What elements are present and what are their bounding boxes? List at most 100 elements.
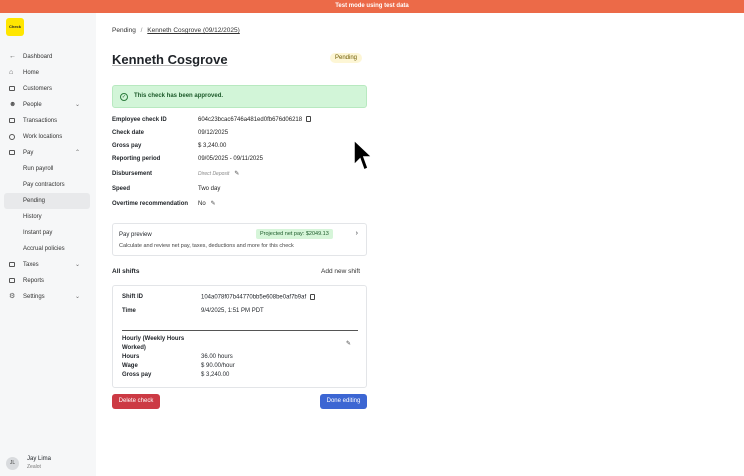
arrow-left-icon: ← <box>9 53 16 60</box>
sidebar-item-label: Pending <box>23 198 46 204</box>
approved-alert: ✓ This check has been approved. <box>112 85 367 108</box>
field-value: 09/12/2025 <box>198 130 229 136</box>
breadcrumb-separator: / <box>140 27 143 34</box>
sidebar-item-home[interactable]: ⌂ Home <box>0 65 96 81</box>
chevron-down-icon: ⌄ <box>74 262 80 268</box>
hours-value: 36.00 hours <box>201 354 233 360</box>
sidebar-item-label: Work locations <box>23 134 63 140</box>
sidebar-item-transactions[interactable]: Transactions <box>0 113 96 129</box>
mouse-cursor-icon <box>353 139 374 172</box>
sidebar-item-history[interactable]: History <box>0 209 96 225</box>
sidebar-item-instant-pay[interactable]: Instant pay <box>0 225 96 241</box>
field-label: Check date <box>112 130 145 136</box>
breadcrumb: Pending / Kenneth Cosgrove (09/12/2025) <box>112 27 240 34</box>
sidebar-item-label: Customers <box>23 86 53 92</box>
wage-label: Wage <box>122 363 138 369</box>
field-value: No ✎ <box>198 197 216 212</box>
sidebar-item-label: Pay <box>23 150 34 156</box>
breadcrumb-current: Kenneth Cosgrove (09/12/2025) <box>147 27 240 34</box>
sidebar-item-customers[interactable]: Customers <box>0 81 96 97</box>
projected-net-pay-badge: Projected net pay: $2049.13 <box>256 229 333 239</box>
field-label: Gross pay <box>112 143 142 149</box>
field-label: Disbursement <box>112 171 153 177</box>
sidebar-item-dashboard[interactable]: ← Dashboard <box>0 49 96 65</box>
gross-pay-label: Gross pay <box>122 372 152 378</box>
sidebar-item-label: Pay contractors <box>23 182 65 188</box>
location-icon <box>9 134 16 140</box>
sidebar-item-reports[interactable]: Reports <box>0 273 96 289</box>
sidebar-item-label: Reports <box>23 278 45 284</box>
test-mode-banner: Test mode using test data <box>0 0 744 13</box>
transactions-icon <box>9 118 16 124</box>
shift-id: 104a078f07b44770bb5e608be0af7b9af <box>201 294 307 301</box>
sidebar-item-settings[interactable]: ⚙ Settings ⌄ <box>0 289 96 305</box>
sidebar-item-pending[interactable]: Pending <box>4 193 90 209</box>
people-icon: ☻ <box>9 101 17 108</box>
chevron-up-icon: ⌃ <box>74 150 80 156</box>
sidebar-item-label: Dashboard <box>23 54 53 60</box>
sidebar: Check ← Dashboard ⌂ Home Customers ☻ Peo… <box>0 13 96 476</box>
sidebar-item-label: Settings <box>23 294 45 300</box>
user-name: Jay Lima <box>27 456 52 462</box>
delete-check-button[interactable]: Delete check <box>112 394 160 409</box>
field-label: Reporting period <box>112 156 161 162</box>
employee-check-id: 604c23bcac6746a481ed0fb676d06218 <box>198 117 303 123</box>
shift-card: Shift ID 104a078f07b44770bb5e608be0af7b9… <box>112 285 367 388</box>
overtime-value: No <box>198 201 206 207</box>
sidebar-item-label: Transactions <box>23 118 58 124</box>
sidebar-item-label: Taxes <box>23 262 39 268</box>
field-value: 09/05/2025 - 09/11/2025 <box>198 156 263 162</box>
sidebar-item-pay-contractors[interactable]: Pay contractors <box>0 177 96 193</box>
customers-icon <box>9 86 16 92</box>
taxes-icon <box>9 262 16 268</box>
pencil-icon[interactable]: ✎ <box>346 340 351 347</box>
sidebar-item-run-payroll[interactable]: Run payroll <box>0 161 96 177</box>
home-icon: ⌂ <box>9 69 14 76</box>
sidebar-item-label: Run payroll <box>23 166 54 172</box>
sidebar-item-pay[interactable]: Pay ⌃ <box>0 145 96 161</box>
shift-id-label: Shift ID <box>122 294 143 300</box>
avatar: JL <box>6 457 19 470</box>
breadcrumb-parent[interactable]: Pending <box>112 27 136 34</box>
all-shifts-heading: All shifts <box>112 268 140 275</box>
sidebar-item-work-locations[interactable]: Work locations <box>0 129 96 145</box>
app-logo[interactable]: Check <box>6 18 24 36</box>
status-badge: Pending <box>330 53 363 63</box>
time-label: Time <box>122 308 136 314</box>
field-label: Employee check ID <box>112 117 167 123</box>
sidebar-item-taxes[interactable]: Taxes ⌄ <box>0 257 96 273</box>
pay-preview-subtitle: Calculate and review net pay, taxes, ded… <box>119 243 294 249</box>
alert-text: This check has been approved. <box>134 93 224 99</box>
chevron-down-icon: ⌄ <box>74 294 80 300</box>
time-value: 9/4/2025, 1:51 PM PDT <box>201 308 264 314</box>
sidebar-nav: ← Dashboard ⌂ Home Customers ☻ People ⌄ … <box>0 49 96 305</box>
sidebar-item-accrual-policies[interactable]: Accrual policies <box>0 241 96 257</box>
copy-icon[interactable] <box>310 294 316 300</box>
field-value: 604c23bcac6746a481ed0fb676d06218 <box>198 114 312 127</box>
hourly-label: Hourly (Weekly Hours Worked) <box>122 336 185 351</box>
gross-pay-value: $ 3,240.00 <box>201 372 230 378</box>
hours-label: Hours <box>122 354 140 360</box>
done-editing-button[interactable]: Done editing <box>320 394 367 409</box>
divider <box>122 330 358 331</box>
reports-icon <box>9 278 16 284</box>
chevron-right-icon: › <box>355 230 358 237</box>
pay-preview-card[interactable]: Pay preview Calculate and review net pay… <box>112 223 367 256</box>
disbursement-value: Direct Deposit <box>198 171 230 177</box>
user-org: Zealot <box>27 464 41 470</box>
pencil-icon[interactable]: ✎ <box>234 171 239 177</box>
main-content: Pending / Kenneth Cosgrove (09/12/2025) … <box>96 13 744 476</box>
sidebar-item-people[interactable]: ☻ People ⌄ <box>0 97 96 113</box>
copy-icon[interactable] <box>306 116 312 123</box>
page-title: Kenneth Cosgrove <box>112 52 228 67</box>
field-value: $ 3,240.00 <box>198 143 227 149</box>
sidebar-item-label: People <box>23 102 42 108</box>
add-new-shift-button[interactable]: Add new shift <box>321 268 360 275</box>
field-label: Speed <box>112 186 131 192</box>
pencil-icon[interactable]: ✎ <box>211 201 216 207</box>
chevron-down-icon: ⌄ <box>74 102 80 108</box>
sidebar-item-label: History <box>23 214 42 220</box>
shift-id-value: 104a078f07b44770bb5e608be0af7b9af <box>201 294 316 301</box>
check-circle-icon: ✓ <box>120 93 128 101</box>
field-value: Direct Deposit ✎ <box>198 166 239 182</box>
